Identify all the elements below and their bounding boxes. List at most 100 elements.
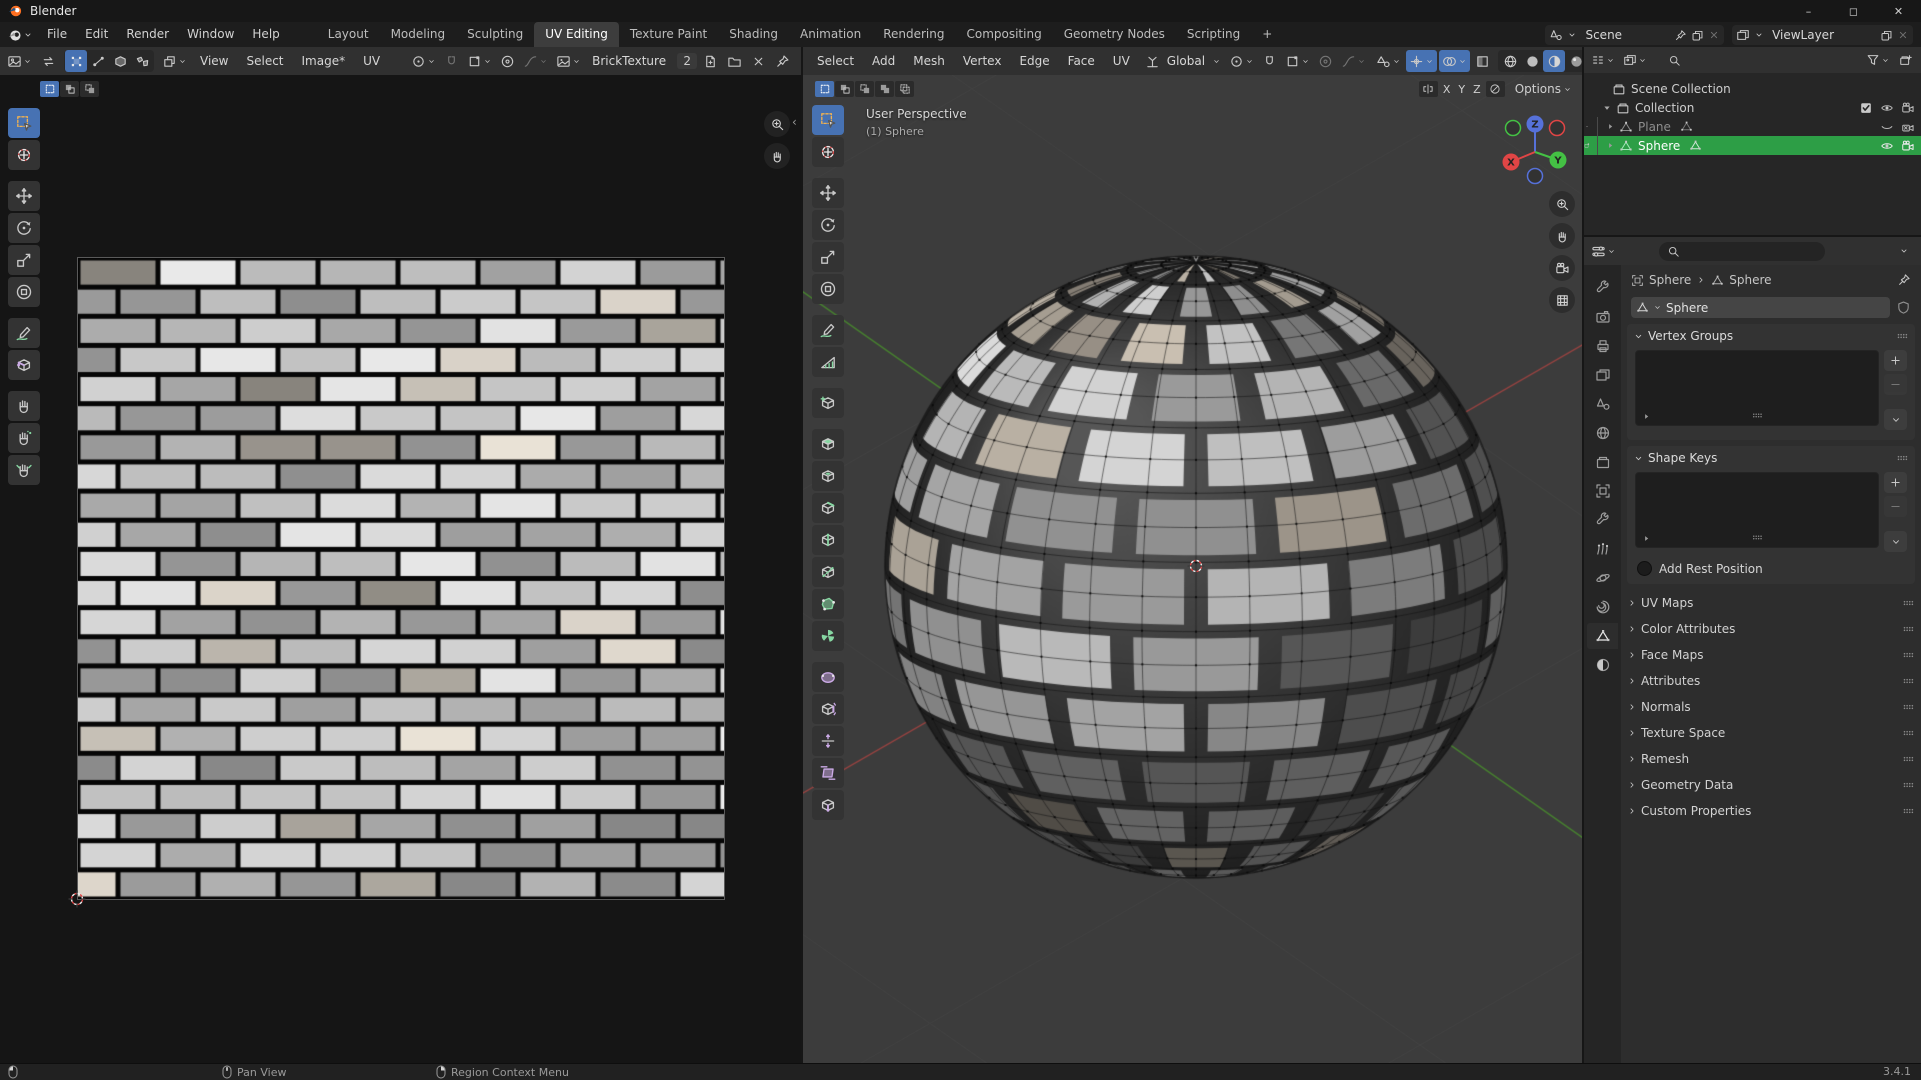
chevron-right-icon[interactable] (1627, 676, 1637, 686)
drag-grip-icon[interactable] (1901, 674, 1915, 688)
workspace-tab-compositing[interactable]: Compositing (955, 22, 1052, 47)
object-name[interactable]: Sphere (1636, 139, 1680, 153)
workspace-tab-sculpting[interactable]: Sculpting (456, 22, 534, 47)
tool-relax[interactable] (8, 423, 40, 453)
uv-sync-icon[interactable] (37, 50, 59, 72)
properties-tab-particles[interactable] (1587, 536, 1618, 562)
blender-menu-button[interactable] (4, 24, 36, 46)
options-label[interactable]: Options (1515, 82, 1561, 96)
properties-tab-scene[interactable] (1587, 391, 1618, 417)
uv-mode-island-button[interactable] (131, 50, 153, 72)
uv-mode-vertex-button[interactable] (65, 50, 87, 72)
select-op-intersect[interactable] (895, 81, 914, 97)
drag-grip-icon[interactable] (1901, 700, 1915, 714)
tool-select-box[interactable] (8, 108, 40, 138)
properties-tab-constraints[interactable] (1587, 594, 1618, 620)
workspace-tab-uv-editing[interactable]: UV Editing (534, 22, 619, 47)
panel-label[interactable]: Face Maps (1641, 648, 1704, 662)
chevron-right-icon[interactable] (1627, 598, 1637, 608)
xray-icon[interactable] (1472, 50, 1493, 72)
unlink-icon[interactable] (747, 50, 769, 72)
vp-menu-edge[interactable]: Edge (1011, 51, 1057, 71)
new-image-icon[interactable] (699, 50, 721, 72)
remove-item-button[interactable] (1884, 496, 1907, 517)
panel-header[interactable]: Vertex Groups (1627, 324, 1915, 348)
panel-color-attributes[interactable]: Color Attributes (1621, 616, 1921, 642)
workspace-tab-animation[interactable]: Animation (789, 22, 872, 47)
scene-collection-label[interactable]: Scene Collection (1629, 82, 1731, 96)
breadcrumb-object[interactable]: Sphere (1649, 273, 1691, 287)
scene-name[interactable]: Scene (1581, 28, 1626, 42)
maximize-button[interactable]: ◻ (1831, 0, 1876, 22)
tool-add-cube[interactable] (812, 388, 844, 418)
menu-file[interactable]: File (38, 22, 76, 47)
shield-icon[interactable] (1896, 300, 1911, 315)
chevron-down-icon[interactable] (1893, 240, 1915, 262)
panel-normals[interactable]: Normals (1621, 694, 1921, 720)
close-button[interactable]: ✕ (1876, 0, 1921, 22)
tool-transform[interactable] (812, 274, 844, 304)
properties-tab-render[interactable] (1587, 304, 1618, 330)
navigation-gizmo[interactable]: ZXY (1493, 108, 1577, 192)
workspace-tab-modeling[interactable]: Modeling (380, 22, 457, 47)
workspace-tab-geometry-nodes[interactable]: Geometry Nodes (1053, 22, 1176, 47)
tool-annotate[interactable] (812, 315, 844, 345)
menu-render[interactable]: Render (117, 22, 178, 47)
tool-rip-region[interactable] (8, 350, 40, 380)
properties-tab-modifiers[interactable] (1587, 507, 1618, 533)
chevron-right-icon[interactable] (1627, 728, 1637, 738)
outliner-row-sphere[interactable]: Sphere (1584, 136, 1921, 155)
visibility-icon[interactable] (1373, 50, 1404, 72)
drag-grip-icon[interactable] (1751, 531, 1764, 544)
workspace-tab-scripting[interactable]: Scripting (1176, 22, 1251, 47)
workspace-tab-shading[interactable]: Shading (718, 22, 789, 47)
tool-extrude-region[interactable] (812, 429, 844, 459)
orientation-label[interactable]: Global (1161, 54, 1211, 68)
scene-selector[interactable]: Scene (1545, 25, 1724, 45)
panel-geometry-data[interactable]: Geometry Data (1621, 772, 1921, 798)
ortho-grid-icon[interactable] (1549, 287, 1575, 313)
panel-label[interactable]: Remesh (1641, 752, 1689, 766)
drag-grip-icon[interactable] (1901, 596, 1915, 610)
tool-shear[interactable] (812, 758, 844, 788)
slash-circle-icon[interactable] (1486, 81, 1505, 97)
tool-pinch[interactable] (8, 455, 40, 485)
close-icon[interactable] (1708, 29, 1720, 41)
open-folder-icon[interactable] (723, 50, 745, 72)
drag-grip-icon[interactable] (1901, 804, 1915, 818)
tool-knife[interactable] (812, 557, 844, 587)
tool-bevel[interactable] (812, 493, 844, 523)
add-item-button[interactable] (1884, 472, 1907, 493)
panel-header[interactable]: Shape Keys (1627, 446, 1915, 470)
drag-grip-icon[interactable] (1901, 726, 1915, 740)
copy-icon[interactable] (1691, 29, 1704, 42)
outliner-search-input[interactable] (1660, 51, 1853, 70)
vp-menu-mesh[interactable]: Mesh (905, 51, 953, 71)
pin-icon[interactable] (1897, 273, 1911, 287)
tool-spin[interactable] (812, 621, 844, 651)
tri-right-icon[interactable] (1641, 533, 1652, 544)
pan-hand-icon[interactable] (764, 143, 790, 169)
panel-label[interactable]: Attributes (1641, 674, 1700, 688)
properties-tab-view-layer[interactable] (1587, 362, 1618, 388)
uv-image-canvas[interactable] (77, 257, 725, 900)
new-collection-icon[interactable] (1895, 49, 1917, 71)
pivot-icon[interactable] (408, 50, 439, 72)
funnel-icon[interactable] (1863, 49, 1893, 71)
chevron-right-icon[interactable] (1627, 624, 1637, 634)
tool-shrink-fatten[interactable] (812, 726, 844, 756)
add-workspace-button[interactable]: + (1251, 22, 1283, 47)
outliner-row-scene-collection[interactable]: Scene Collection (1584, 79, 1921, 98)
object-name[interactable]: Plane (1636, 120, 1671, 134)
viewlayer-selector[interactable]: ViewLayer (1732, 25, 1913, 45)
properties-tab-object[interactable] (1587, 478, 1618, 504)
workspace-tab-layout[interactable]: Layout (317, 22, 380, 47)
panel-remesh[interactable]: Remesh (1621, 746, 1921, 772)
panel-custom-properties[interactable]: Custom Properties (1621, 798, 1921, 824)
select-op-set[interactable] (40, 81, 59, 97)
tool-rotate[interactable] (812, 210, 844, 240)
panel-label[interactable]: Texture Space (1641, 726, 1725, 740)
uv-editor-canvas-area[interactable]: ‹ (0, 75, 801, 1063)
tool-move[interactable] (8, 181, 40, 211)
vp-menu-select[interactable]: Select (809, 51, 862, 71)
